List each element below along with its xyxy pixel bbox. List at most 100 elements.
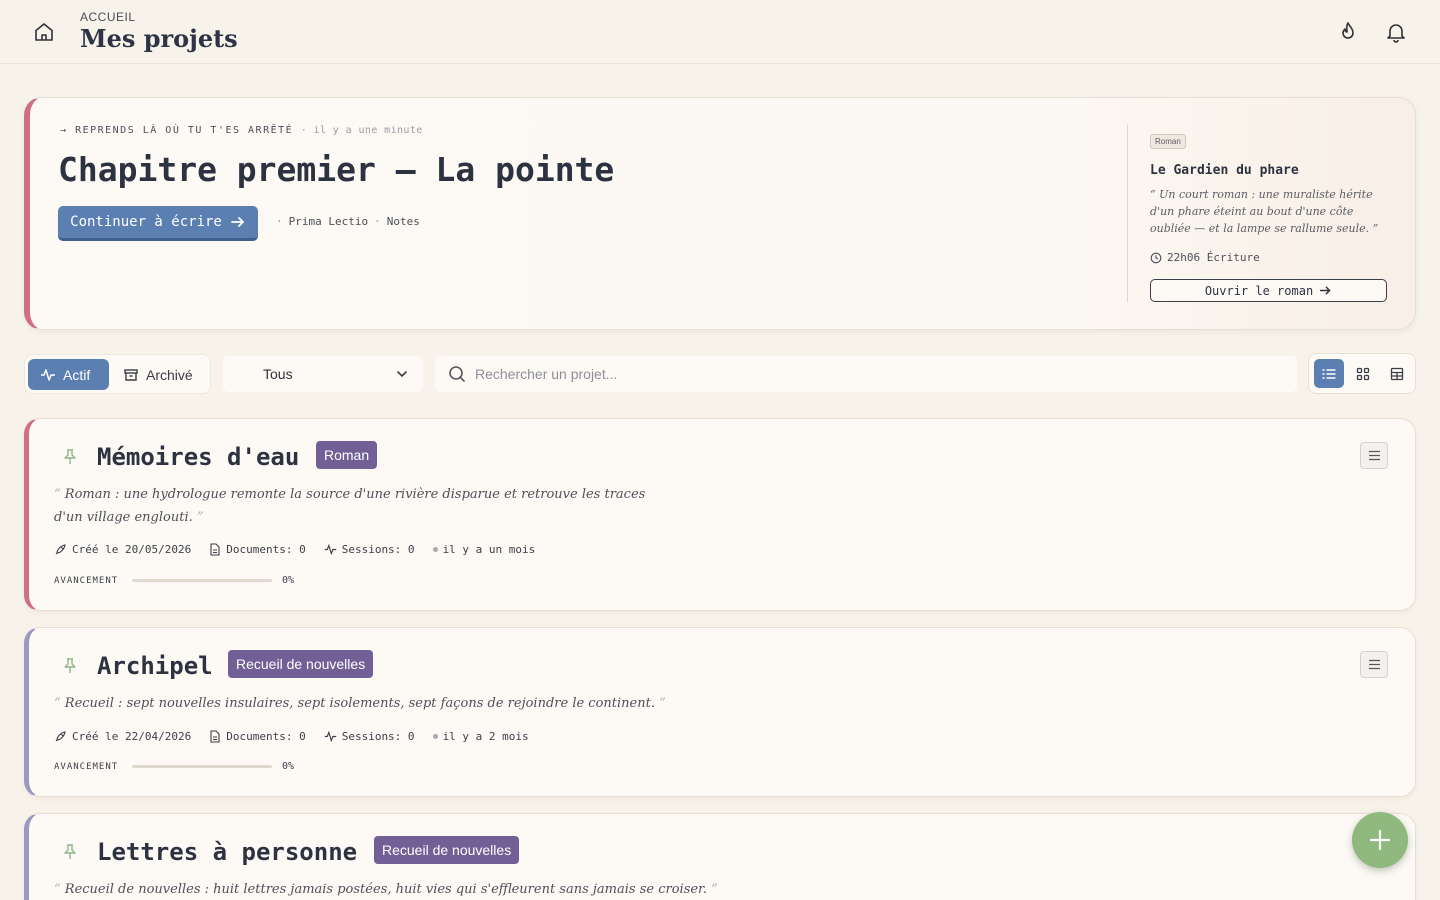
documents-count: Documents: 0 — [209, 543, 306, 556]
resume-card: → REPRENDS LÀ OÙ TU T'ES ARRÊTÉ · il y a… — [24, 97, 1416, 330]
project-card[interactable]: Archipel Recueil de nouvelles “ Recueil … — [24, 627, 1416, 797]
project-card[interactable]: Mémoires d'eau Roman “ Roman : une hydro… — [24, 418, 1416, 611]
pin-icon[interactable] — [61, 843, 79, 861]
project-description: “ Recueil de nouvelles : huit lettres ja… — [54, 882, 718, 897]
list-view-icon[interactable] — [1314, 359, 1344, 388]
status-dot — [432, 734, 438, 739]
sessions-count-label: Sessions: 0 — [341, 730, 415, 743]
pin-icon[interactable] — [61, 657, 79, 675]
progress-label: AVANCEMENT — [54, 761, 119, 772]
project-title[interactable]: Lettres à personne — [97, 838, 357, 866]
arrow-right-icon — [230, 217, 245, 227]
tab-archived[interactable]: Archivé — [111, 359, 209, 390]
add-project-button[interactable] — [1352, 812, 1408, 868]
resume-meta-notes[interactable]: Notes — [387, 215, 420, 228]
project-menu-button[interactable] — [1360, 651, 1388, 678]
genre-badge: Roman — [1150, 134, 1186, 149]
search-input[interactable]: Rechercher un projet... — [435, 356, 1297, 392]
genre-filter-value: Tous — [263, 366, 293, 382]
tab-active-label: Actif — [63, 366, 91, 383]
chevron-down-icon — [397, 371, 407, 378]
current-project-title: Le Gardien du phare — [1150, 163, 1299, 178]
resume-kicker-label: REPRENDS LÀ OÙ TU T'ES ARRÊTÉ — [75, 125, 294, 136]
project-title[interactable]: Archipel — [97, 652, 213, 680]
open-novel-button[interactable]: Ouvrir le roman — [1150, 279, 1387, 302]
resume-kicker-time: · il y a une minute — [300, 125, 423, 136]
last-activity: il y a 2 mois — [432, 730, 529, 743]
progress-value: 0% — [282, 761, 295, 772]
search-icon — [449, 366, 465, 382]
created-date-label: Créé le 20/05/2026 — [72, 543, 192, 556]
current-project-description: “ Un court roman : une muraliste hérite … — [1150, 188, 1379, 235]
created-date-label: Créé le 22/04/2026 — [72, 730, 192, 743]
rocket-icon — [55, 544, 66, 555]
progress-row: AVANCEMENT 0% — [54, 575, 294, 586]
clock-icon — [1150, 252, 1162, 263]
status-toggle: Actif Archivé — [24, 354, 211, 394]
view-switcher — [1308, 353, 1416, 394]
search-placeholder: Rechercher un projet... — [475, 366, 618, 382]
resume-meta-book[interactable]: Prima Lectio — [289, 215, 368, 228]
menu-icon — [1368, 450, 1380, 461]
progress-label: AVANCEMENT — [54, 575, 119, 586]
genre-badge: Recueil de nouvelles — [374, 836, 520, 864]
activity-icon — [41, 368, 55, 381]
sessions-count: Sessions: 0 — [324, 730, 415, 743]
documents-count: Documents: 0 — [209, 730, 306, 743]
project-title[interactable]: Mémoires d'eau — [97, 443, 299, 471]
project-card[interactable]: Lettres à personne Recueil de nouvelles … — [24, 813, 1416, 900]
progress-bar — [132, 579, 272, 582]
last-activity-label: il y a 2 mois — [442, 730, 529, 743]
menu-icon — [1368, 659, 1380, 670]
breadcrumb[interactable]: ACCUEIL — [80, 10, 136, 24]
flame-icon[interactable] — [1336, 20, 1360, 44]
progress-row: AVANCEMENT 0% — [54, 761, 294, 772]
progress-bar — [132, 765, 272, 768]
sessions-count-label: Sessions: 0 — [341, 543, 415, 556]
rocket-icon — [55, 731, 66, 742]
chapter-title[interactable]: Chapitre premier — La pointe — [58, 150, 614, 189]
continue-writing-button[interactable]: Continuer à écrire — [58, 206, 258, 241]
open-novel-label: Ouvrir le roman — [1204, 283, 1314, 298]
tab-archived-label: Archivé — [146, 366, 193, 383]
genre-filter-select[interactable]: Tous — [223, 356, 423, 392]
project-description-text: Recueil : sept nouvelles insulaires, sep… — [64, 696, 655, 711]
genre-badge: Recueil de nouvelles — [228, 650, 374, 678]
home-icon[interactable] — [32, 20, 56, 44]
writing-time: 22h06 Écriture — [1150, 251, 1390, 264]
resume-kicker: → REPRENDS LÀ OÙ TU T'ES ARRÊTÉ · il y a… — [60, 125, 423, 136]
progress-value: 0% — [282, 575, 295, 586]
project-stats: Créé le 22/04/2026 Documents: 0 Sessions… — [54, 730, 529, 743]
sessions-count: Sessions: 0 — [324, 543, 415, 556]
documents-count-label: Documents: 0 — [226, 543, 306, 556]
project-description: “ Roman : une hydrologue remonte la sour… — [54, 487, 646, 525]
project-description-text: Recueil de nouvelles : huit lettres jama… — [64, 882, 707, 897]
grid-view-icon[interactable] — [1348, 359, 1378, 388]
continue-writing-label: Continuer à écrire — [70, 214, 222, 230]
divider — [1127, 124, 1128, 302]
genre-badge: Roman — [316, 441, 378, 469]
project-description-text: Roman : une hydrologue remonte la source… — [54, 487, 646, 525]
top-bar: ACCUEIL Mes projets — [0, 0, 1440, 64]
arrow-right-icon — [1320, 286, 1331, 295]
resume-meta: · Prima Lectio · Notes — [276, 215, 420, 228]
plus-icon — [1369, 829, 1391, 851]
last-activity: il y a un mois — [432, 543, 536, 556]
writing-time-label: 22h06 Écriture — [1167, 251, 1260, 264]
bell-icon[interactable] — [1384, 20, 1408, 44]
activity-icon — [324, 730, 336, 743]
project-menu-button[interactable] — [1360, 442, 1388, 469]
pin-icon[interactable] — [61, 448, 79, 466]
last-activity-label: il y a un mois — [442, 543, 536, 556]
project-description: “ Recueil : sept nouvelles insulaires, s… — [54, 696, 666, 711]
table-view-icon[interactable] — [1382, 359, 1412, 388]
current-project-panel: Roman Le Gardien du phare “ Un court rom… — [1150, 131, 1390, 264]
archive-icon — [124, 368, 138, 381]
document-icon — [210, 730, 220, 743]
status-dot — [432, 547, 438, 552]
document-icon — [210, 543, 220, 556]
tab-active[interactable]: Actif — [28, 359, 109, 390]
created-date: Créé le 22/04/2026 — [54, 730, 191, 743]
documents-count-label: Documents: 0 — [226, 730, 306, 743]
project-stats: Créé le 20/05/2026 Documents: 0 Sessions… — [54, 543, 535, 556]
